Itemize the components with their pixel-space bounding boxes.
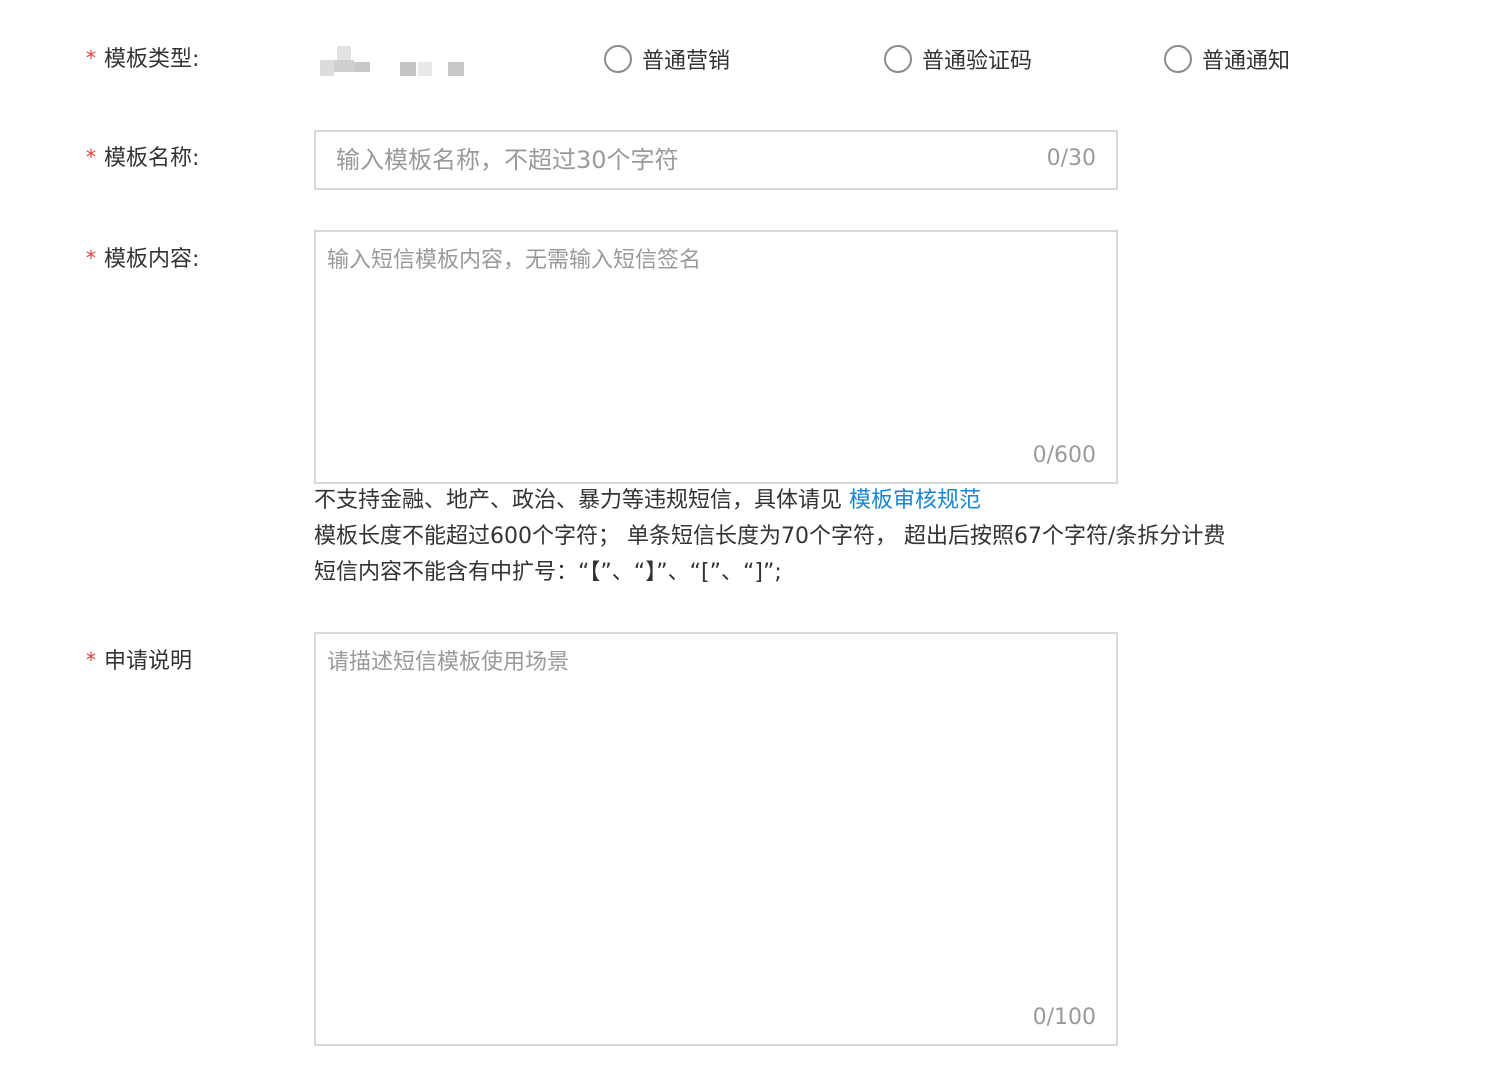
template-name-label: * 模板名称:: [86, 143, 199, 174]
template-content-label-text: 模板内容:: [104, 247, 200, 272]
required-mark: *: [86, 145, 96, 169]
template-name-label-text: 模板名称:: [104, 146, 200, 171]
template-type-label-text: 模板类型:: [104, 47, 200, 72]
radio-circle-icon[interactable]: [884, 45, 912, 73]
application-note-counter: 0/100: [1032, 1005, 1096, 1030]
blurred-logo: [320, 44, 470, 80]
radio-verification-code-label: 普通验证码: [922, 49, 1033, 74]
template-content-label: * 模板内容:: [86, 244, 199, 275]
sms-template-form: * 模板类型: 普通营销 普通验证码 普通通知 * 模板名称: 0/30 * 模板内容…: [0, 0, 1508, 1074]
template-name-input[interactable]: [336, 144, 1016, 176]
required-mark: *: [86, 246, 96, 270]
radio-notification[interactable]: 普通通知: [1164, 42, 1290, 76]
template-name-field[interactable]: 0/30: [314, 130, 1118, 190]
required-mark: *: [86, 46, 96, 70]
template-type-label: * 模板类型:: [86, 44, 199, 75]
content-hint-line-2: 模板长度不能超过600个字符； 单条短信长度为70个字符， 超出后按照67个字符…: [314, 524, 1226, 549]
radio-circle-icon[interactable]: [604, 45, 632, 73]
radio-marketing-label: 普通营销: [642, 49, 731, 74]
application-note-label: * 申请说明: [86, 646, 192, 677]
radio-verification-code[interactable]: 普通验证码: [884, 42, 1032, 76]
review-rules-link[interactable]: 模板审核规范: [849, 488, 981, 513]
template-content-textarea[interactable]: [327, 246, 1097, 426]
template-name-counter: 0/30: [1046, 146, 1096, 171]
application-note-label-text: 申请说明: [104, 649, 193, 674]
template-content-counter: 0/600: [1032, 443, 1096, 468]
radio-circle-icon[interactable]: [1164, 45, 1192, 73]
content-hint-line-1: 不支持金融、地产、政治、暴力等违规短信，具体请见 模板审核规范: [314, 486, 981, 516]
radio-marketing[interactable]: 普通营销: [604, 42, 730, 76]
template-content-field[interactable]: 0/600: [314, 230, 1118, 484]
content-hint-line-3: 短信内容不能含有中扩号：“【”、“】”、“[”、“]”;: [314, 560, 782, 585]
application-note-field[interactable]: 0/100: [314, 632, 1118, 1046]
required-mark: *: [86, 648, 96, 672]
radio-notification-label: 普通通知: [1202, 49, 1291, 74]
content-hint-text: 不支持金融、地产、政治、暴力等违规短信，具体请见: [314, 488, 849, 513]
application-note-textarea[interactable]: [327, 648, 1097, 988]
